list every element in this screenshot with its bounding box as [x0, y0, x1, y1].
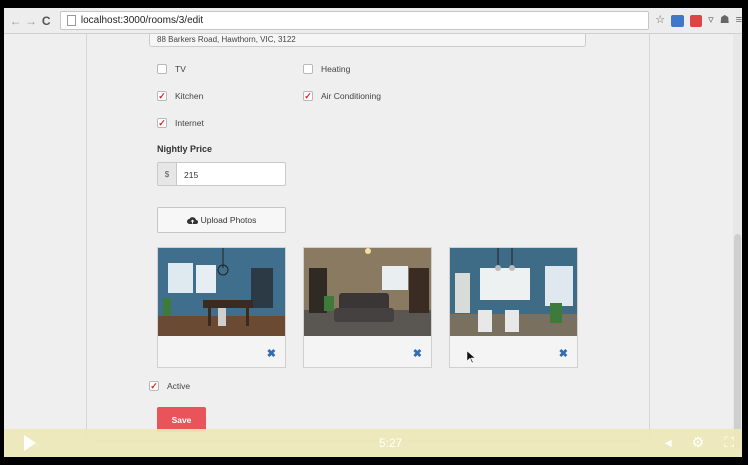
ghostery-icon[interactable]: ☗: [720, 15, 730, 26]
living-room-photo: [304, 248, 431, 336]
scrollbar-thumb[interactable]: [734, 234, 741, 449]
volume-icon[interactable]: ◂: [665, 434, 672, 451]
heating-checkbox[interactable]: [303, 64, 313, 74]
page-icon: [66, 15, 76, 26]
playback-time: 5:27: [379, 436, 403, 450]
kitchen-checkbox[interactable]: ✓: [157, 91, 167, 101]
active-toggle[interactable]: ✓ Active: [149, 381, 190, 391]
amenity-label: TV: [175, 64, 186, 74]
amenity-label: Heating: [321, 64, 351, 74]
amenity-label: Internet: [175, 118, 204, 128]
extension-icons: ☆ ▿ ☗ ≡: [655, 14, 742, 27]
player-controls: ◂ ⚙ ⛶: [665, 434, 734, 451]
forward-icon[interactable]: →: [23, 14, 38, 28]
address-field[interactable]: 88 Barkers Road, Hawthorn, VIC, 3122: [149, 34, 586, 47]
star-icon[interactable]: ☆: [655, 15, 665, 26]
page-viewport: 88 Barkers Road, Hawthorn, VIC, 3122 TV …: [4, 34, 742, 457]
video-player-bar: 5:27 ◂ ⚙ ⛶: [4, 429, 742, 457]
delete-photo-icon[interactable]: ✖: [413, 347, 422, 360]
amenity-label: Air Conditioning: [321, 91, 382, 101]
url-text: localhost:3000/rooms/3/edit: [80, 15, 204, 26]
kitchen-photo: [450, 248, 577, 336]
price-input-group[interactable]: $ 215: [157, 162, 286, 186]
amenity-kitchen[interactable]: ✓ Kitchen: [157, 91, 203, 101]
extension-blue-icon[interactable]: [671, 14, 685, 27]
delete-photo-icon[interactable]: ✖: [559, 347, 568, 360]
upload-photos-label: Upload Photos: [200, 215, 257, 225]
fullscreen-icon[interactable]: ⛶: [724, 434, 734, 451]
settings-gear-icon[interactable]: ⚙: [692, 434, 705, 451]
price-input[interactable]: 215: [177, 163, 198, 185]
air-conditioning-checkbox[interactable]: ✓: [303, 91, 313, 101]
back-icon[interactable]: ←: [8, 14, 23, 28]
browser-toolbar: ← → C localhost:3000/rooms/3/edit ☆ ▿ ☗ …: [4, 8, 742, 34]
dining-room-photo: [158, 248, 285, 336]
photo-card: ✖: [303, 247, 432, 368]
menu-icon[interactable]: ≡: [736, 15, 742, 26]
nightly-price-label: Nightly Price: [157, 144, 213, 154]
amenity-label: Kitchen: [175, 91, 204, 101]
internet-checkbox[interactable]: ✓: [157, 118, 167, 128]
tv-checkbox[interactable]: [157, 64, 167, 74]
delete-photo-icon[interactable]: ✖: [267, 347, 276, 360]
extension-red-icon[interactable]: [690, 14, 703, 27]
photo-card: ✖: [449, 247, 578, 368]
mouse-cursor-icon: [467, 351, 475, 363]
active-label: Active: [167, 381, 191, 391]
reload-icon[interactable]: C: [39, 14, 54, 28]
bottom-strip: [0, 457, 748, 465]
upload-photos-button[interactable]: Upload Photos: [157, 207, 286, 233]
currency-addon: $: [158, 163, 177, 185]
cloud-upload-icon: [186, 216, 198, 224]
amenity-air-conditioning[interactable]: ✓ Air Conditioning: [303, 91, 381, 101]
active-checkbox[interactable]: ✓: [149, 381, 159, 391]
pocket-icon[interactable]: ▿: [708, 15, 714, 26]
play-icon[interactable]: [24, 435, 36, 451]
amenity-tv[interactable]: TV: [157, 64, 186, 74]
address-bar[interactable]: localhost:3000/rooms/3/edit: [59, 11, 650, 30]
photo-card: ✖: [157, 247, 286, 368]
scrollbar[interactable]: [733, 34, 742, 457]
amenity-internet[interactable]: ✓ Internet: [157, 118, 204, 128]
amenity-heating[interactable]: Heating: [303, 64, 350, 74]
